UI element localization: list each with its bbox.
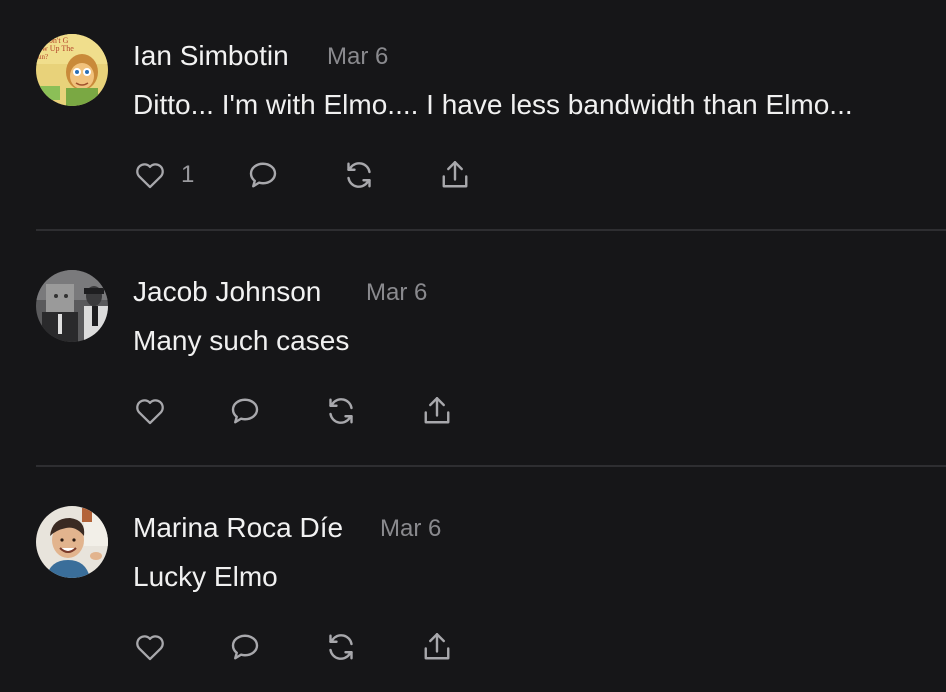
like-button[interactable]: 1 — [133, 157, 194, 193]
avatar-cover-text-2: ow Up The — [38, 44, 74, 53]
share-button[interactable] — [437, 157, 473, 193]
comment-date[interactable]: Mar 6 — [327, 40, 388, 74]
heart-icon — [136, 163, 164, 189]
comment-text: Lucky Elmo — [133, 561, 278, 592]
heart-icon — [136, 399, 164, 425]
author-name[interactable]: Jacob Johnson — [133, 275, 321, 309]
smiling-person-avatar — [36, 506, 108, 578]
restack-button[interactable] — [323, 393, 359, 429]
like-button[interactable] — [133, 393, 181, 429]
reply-button[interactable] — [227, 629, 263, 665]
heart-icon — [136, 635, 164, 661]
reply-button[interactable] — [227, 393, 263, 429]
comment-text: Ditto... I'm with Elmo.... I have less b… — [133, 89, 853, 120]
comment-date[interactable]: Mar 6 — [366, 276, 427, 310]
avatar[interactable] — [36, 270, 108, 342]
cartoon-book-cover-avatar: Won't G ow Up The un? — [36, 34, 108, 106]
share-button[interactable] — [419, 629, 455, 665]
reply-button[interactable] — [245, 157, 281, 193]
comment-date[interactable]: Mar 6 — [380, 512, 441, 546]
share-upload-icon — [424, 633, 450, 660]
like-count: 1 — [181, 161, 195, 188]
restack-button[interactable] — [323, 629, 359, 665]
share-upload-icon — [424, 397, 450, 424]
restack-button[interactable] — [341, 157, 377, 193]
like-button[interactable] — [133, 629, 181, 665]
grayscale-photo-avatar — [36, 270, 108, 342]
share-button[interactable] — [419, 393, 455, 429]
speech-bubble-icon — [231, 398, 259, 424]
comment-divider — [36, 465, 946, 467]
avatar[interactable] — [36, 506, 108, 578]
refresh-arrows-icon — [329, 634, 353, 660]
author-name[interactable]: Marina Roca Díe — [133, 511, 343, 545]
author-name[interactable]: Ian Simbotin — [133, 39, 289, 73]
avatar[interactable]: Won't G ow Up The un? — [36, 34, 108, 106]
share-upload-icon — [442, 161, 468, 188]
comment-text: Many such cases — [133, 325, 350, 356]
speech-bubble-icon — [231, 634, 259, 660]
speech-bubble-icon — [249, 162, 277, 188]
refresh-arrows-icon — [347, 162, 371, 188]
comment-divider — [36, 229, 946, 231]
refresh-arrows-icon — [329, 398, 353, 424]
avatar-cover-text-3: un? — [38, 53, 48, 61]
